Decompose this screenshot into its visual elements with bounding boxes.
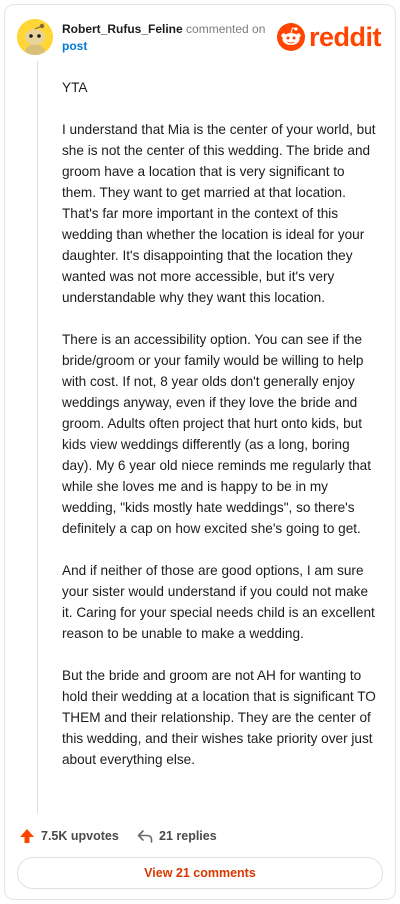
comment-header: Robert_Rufus_Feline commented on post re… bbox=[17, 15, 385, 55]
comment-paragraph: I understand that Mia is the center of y… bbox=[62, 122, 376, 305]
comment-paragraph: But the bride and groom are not AH for w… bbox=[62, 668, 376, 767]
reply-arrow-icon bbox=[137, 830, 153, 843]
upvote-button[interactable]: 7.5K upvotes bbox=[19, 825, 119, 847]
comment-paragraph: YTA bbox=[62, 80, 88, 95]
comment-actions: 7.5K upvotes 21 replies bbox=[17, 825, 385, 847]
view-comments-button[interactable]: View 21 comments bbox=[17, 857, 383, 889]
reply-count: 21 replies bbox=[159, 829, 217, 843]
reddit-snoo-icon bbox=[277, 23, 305, 51]
author-name[interactable]: Robert_Rufus_Feline bbox=[62, 22, 183, 36]
reddit-wordmark: reddit bbox=[309, 22, 382, 52]
post-link[interactable]: post bbox=[62, 38, 282, 55]
commented-on-text: commented on bbox=[186, 22, 266, 36]
upvote-count: 7.5K upvotes bbox=[41, 829, 119, 843]
comment-paragraph: There is an accessibility option. You ca… bbox=[62, 332, 372, 536]
reddit-logo[interactable]: reddit bbox=[277, 21, 385, 53]
comment-paragraph: And if neither of those are good options… bbox=[62, 563, 375, 641]
comment-card: Robert_Rufus_Feline commented on post re… bbox=[4, 4, 396, 900]
thread-line[interactable] bbox=[37, 61, 38, 813]
snoo-avatar-icon[interactable] bbox=[17, 19, 53, 55]
comment-meta: Robert_Rufus_Feline commented on post bbox=[62, 21, 282, 55]
comment-body: YTA I understand that Mia is the center … bbox=[62, 77, 382, 791]
reply-button[interactable]: 21 replies bbox=[137, 825, 217, 847]
arrow-up-icon bbox=[20, 829, 34, 843]
